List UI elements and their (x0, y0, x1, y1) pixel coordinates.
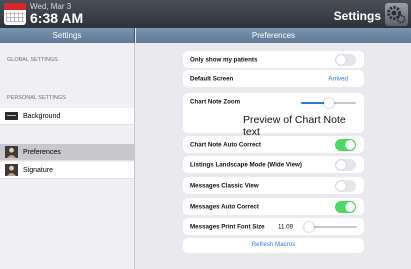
messages-font-row: Messages Print Font Size 11.09 (183, 218, 364, 235)
chart-note-zoom-slider[interactable] (301, 98, 356, 108)
messages-font-value: 11.09 (278, 223, 294, 230)
messages-auto-correct-label: Messages Auto Correct (190, 203, 259, 210)
background-icon (5, 112, 18, 120)
slider-knob[interactable] (323, 98, 334, 108)
personal-settings-header: PERSONAL SETTINGS (7, 95, 66, 101)
preferences-panel: Only show my patients Default Screen Arr… (136, 43, 411, 269)
default-screen-value[interactable]: Arrived (328, 75, 348, 82)
main-nav-title: Preferences (136, 28, 411, 43)
refresh-macros-button[interactable]: Refresh Macros (183, 238, 364, 253)
listings-landscape-row: Listings Landscape Mode (Wide View) (183, 156, 364, 173)
slider-knob[interactable] (304, 222, 315, 232)
sidebar-item-label: Signature (23, 166, 53, 174)
only-my-patients-toggle[interactable] (335, 53, 356, 66)
top-header: Wed, Mar 3 6:38 AM Settings (0, 0, 411, 28)
person-icon (5, 164, 18, 176)
sidebar: GLOBAL SETTINGS Background PERSONAL SETT… (0, 43, 135, 269)
header-time: 6:38 AM (30, 10, 84, 26)
person-icon (5, 146, 18, 158)
listings-landscape-toggle[interactable] (335, 158, 356, 171)
sidebar-nav-title: Settings (0, 28, 135, 43)
sidebar-item-preferences[interactable]: Preferences (0, 144, 134, 161)
calendar-icon[interactable] (4, 3, 26, 25)
chart-note-auto-correct-row: Chart Note Auto Correct (183, 136, 364, 153)
messages-classic-label: Messages Classic View (190, 182, 259, 189)
listings-landscape-label: Listings Landscape Mode (Wide View) (190, 161, 302, 168)
messages-font-label: Messages Print Font Size (190, 223, 265, 230)
sidebar-item-label: Preferences (23, 148, 61, 156)
chart-note-preview: Preview of Chart Note text (243, 114, 346, 138)
default-screen-label: Default Screen (190, 75, 234, 82)
chart-note-auto-correct-label: Chart Note Auto Correct (190, 141, 261, 148)
only-my-patients-row: Only show my patients (183, 51, 364, 68)
messages-auto-correct-toggle[interactable] (335, 200, 356, 213)
chart-note-auto-correct-toggle[interactable] (335, 138, 356, 151)
only-my-patients-label: Only show my patients (190, 56, 258, 63)
default-screen-row[interactable]: Default Screen Arrived (183, 70, 364, 87)
messages-font-slider[interactable] (304, 222, 357, 232)
sidebar-item-signature[interactable]: Signature (0, 162, 134, 179)
global-settings-header: GLOBAL SETTINGS (7, 57, 58, 63)
chart-note-zoom-label: Chart Note Zoom (190, 98, 241, 106)
messages-auto-correct-row: Messages Auto Correct (183, 198, 364, 215)
messages-classic-row: Messages Classic View (183, 177, 364, 194)
messages-classic-toggle[interactable] (335, 179, 356, 192)
sidebar-item-background[interactable]: Background (0, 108, 134, 125)
sidebar-item-label: Background (23, 112, 61, 120)
header-title: Settings (333, 9, 381, 23)
gear-icon[interactable] (385, 3, 408, 26)
chart-note-zoom-row: Chart Note Zoom Preview of Chart Note te… (183, 93, 364, 138)
